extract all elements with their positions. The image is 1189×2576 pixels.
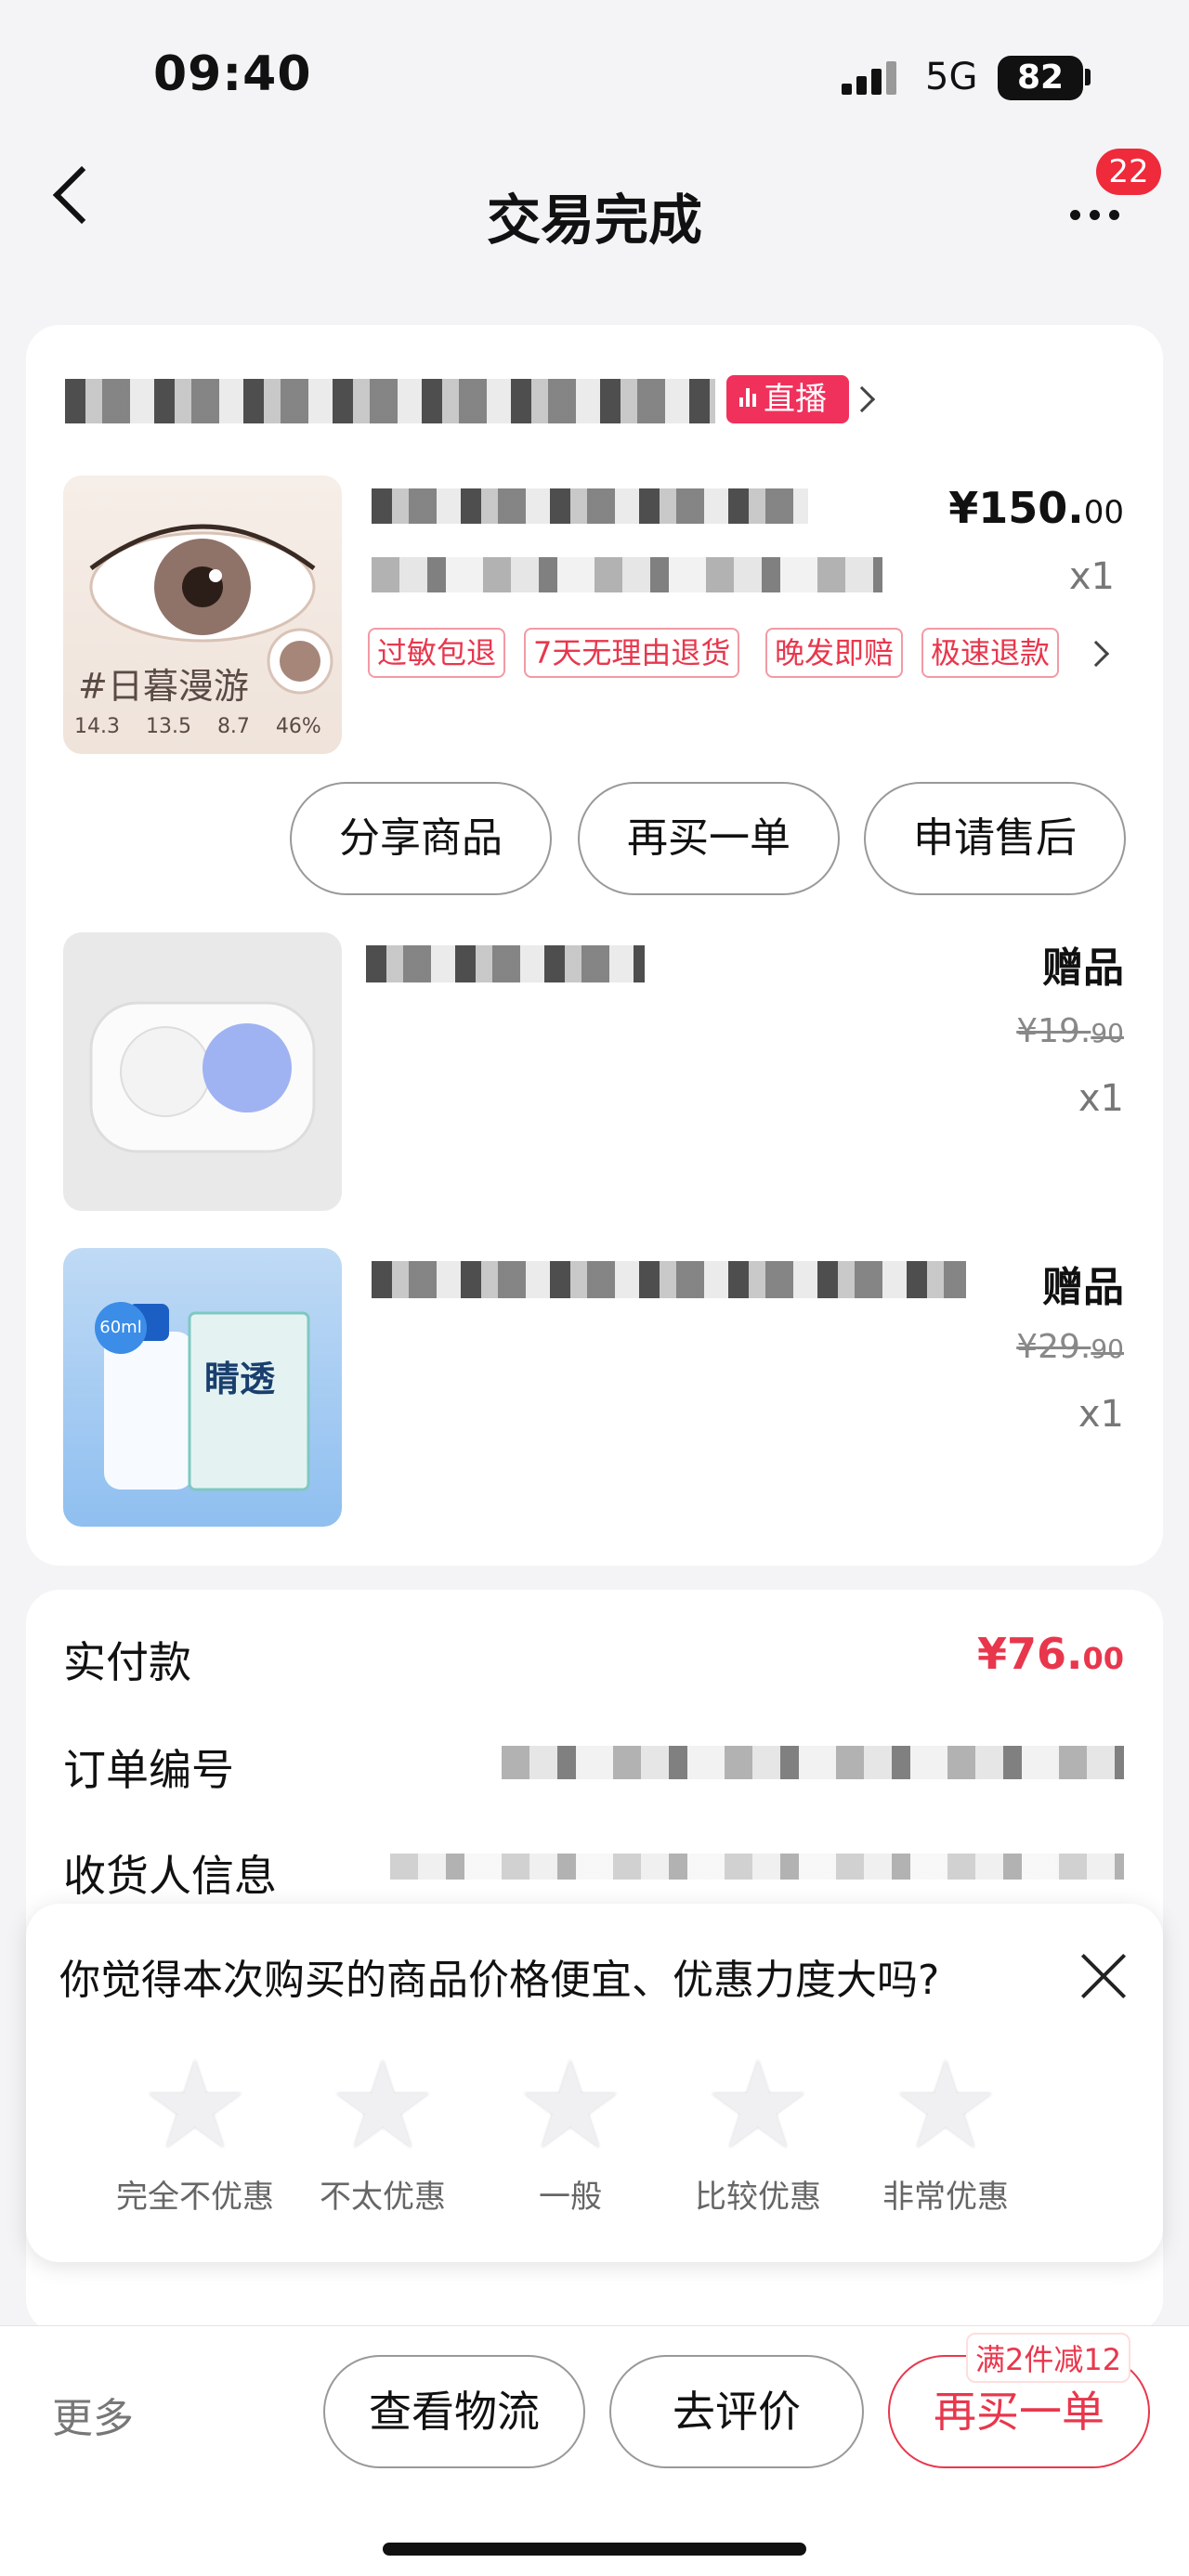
signal-icon xyxy=(842,61,901,95)
more-icon[interactable] xyxy=(1070,206,1129,224)
spec-1: 14.3 xyxy=(74,715,120,738)
tag-fast-refund: 极速退款 xyxy=(921,628,1060,678)
star-icon[interactable]: ★ xyxy=(139,2045,251,2166)
gift-original-price: ¥19.90 xyxy=(929,1012,1124,1050)
gift-title-redacted-2[interactable] xyxy=(372,1261,966,1298)
product-qty: x1 xyxy=(1068,555,1115,598)
tag-late-compensation: 晚发即赔 xyxy=(765,628,904,678)
thumb-specs: 14.3 13.5 8.7 46% xyxy=(74,715,342,738)
gift-qty-2: x1 xyxy=(1078,1393,1124,1436)
message-badge: 22 xyxy=(1096,149,1161,195)
order-number-redacted[interactable] xyxy=(502,1746,1124,1779)
product-price: ¥150.00 xyxy=(892,483,1124,533)
more-button[interactable]: 更多 xyxy=(52,2385,134,2444)
gift-qty: x1 xyxy=(1078,1077,1124,1120)
close-icon[interactable] xyxy=(1079,1952,1128,2000)
live-icon xyxy=(739,388,762,410)
volume-badge: 60ml xyxy=(95,1302,147,1354)
receiver-label: 收货人信息 xyxy=(63,1851,277,1901)
gift-label: 赠品 xyxy=(1042,944,1124,992)
gift-thumbnail-case[interactable] xyxy=(63,932,342,1211)
star-icon[interactable]: ★ xyxy=(702,2045,814,2166)
spec-4: 46% xyxy=(275,715,321,738)
battery-cap xyxy=(1085,69,1091,85)
rating-label[interactable]: 非常优惠 xyxy=(853,2171,1039,2217)
survey-question: 你觉得本次购买的商品价格便宜、优惠力度大吗? xyxy=(59,1957,940,2004)
receiver-redacted xyxy=(390,1854,1124,1880)
home-indicator xyxy=(383,2543,806,2556)
order-number-label: 订单编号 xyxy=(63,1745,234,1795)
thumb-caption: #日暮漫游 xyxy=(78,666,249,707)
view-logistics-button[interactable]: 查看物流 xyxy=(323,2355,585,2468)
rating-label[interactable]: 一般 xyxy=(477,2171,663,2217)
network-label: 5G xyxy=(925,56,978,98)
paid-main: ¥76. xyxy=(976,1629,1083,1679)
orig-cents-2: 90 xyxy=(1091,1334,1124,1364)
orig-main: ¥19. xyxy=(1016,1012,1091,1050)
paid-amount: ¥76.00 xyxy=(892,1629,1124,1679)
product-sku-redacted xyxy=(372,557,882,592)
promo-badge: 满2件减12 xyxy=(966,2333,1131,2383)
after-sale-button[interactable]: 申请售后 xyxy=(864,782,1126,895)
product-thumbnail[interactable]: #日暮漫游 14.3 13.5 8.7 46% xyxy=(63,475,342,754)
orig-cents: 90 xyxy=(1091,1018,1124,1048)
status-time: 09:40 xyxy=(153,46,312,102)
share-product-button[interactable]: 分享商品 xyxy=(290,782,552,895)
rating-label[interactable]: 完全不优惠 xyxy=(102,2171,288,2217)
store-name-redacted[interactable] xyxy=(65,379,715,423)
star-icon[interactable]: ★ xyxy=(327,2045,438,2166)
gift-original-price-2: ¥29.90 xyxy=(929,1328,1124,1366)
eye-image xyxy=(89,524,333,695)
star-icon[interactable]: ★ xyxy=(890,2045,1001,2166)
buy-again-item-button[interactable]: 再买一单 xyxy=(578,782,840,895)
review-button[interactable]: 去评价 xyxy=(609,2355,864,2468)
product-title-redacted[interactable] xyxy=(372,488,808,524)
solution-brand: 睛透 xyxy=(204,1359,276,1399)
page-title: 交易完成 xyxy=(486,189,702,252)
price-cents: 00 xyxy=(1083,494,1124,531)
star-icon[interactable]: ★ xyxy=(515,2045,626,2166)
gift-title-redacted[interactable] xyxy=(366,945,645,982)
tag-7day-return: 7天无理由退货 xyxy=(524,628,740,678)
rating-label[interactable]: 不太优惠 xyxy=(290,2171,476,2217)
paid-cents: 00 xyxy=(1082,1641,1124,1676)
rating-label[interactable]: 比较优惠 xyxy=(665,2171,851,2217)
price-main: ¥150. xyxy=(948,483,1084,533)
orig-main-2: ¥29. xyxy=(1016,1328,1091,1366)
lens-case-image xyxy=(89,1001,316,1153)
paid-label: 实付款 xyxy=(63,1637,191,1687)
gift-label-2: 赠品 xyxy=(1042,1264,1124,1311)
tag-allergy-refund: 过敏包退 xyxy=(368,628,506,678)
solution-bottle-image xyxy=(104,1304,310,1491)
spec-2: 13.5 xyxy=(145,715,191,738)
gift-thumbnail-solution[interactable]: 睛透 60ml xyxy=(63,1248,342,1527)
spec-3: 8.7 xyxy=(216,715,250,738)
battery-icon: 82 xyxy=(998,56,1083,100)
